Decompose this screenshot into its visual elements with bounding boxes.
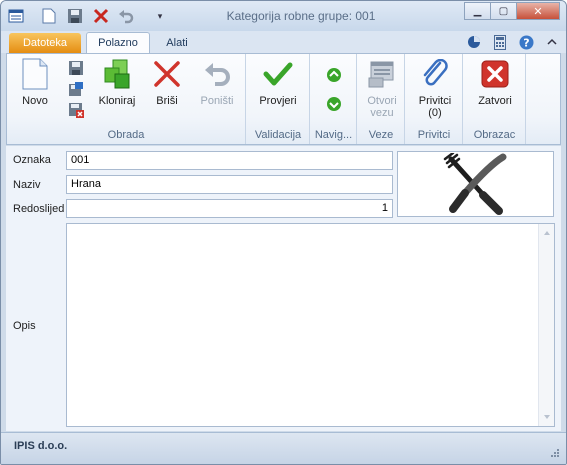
pie-chart-icon[interactable] <box>466 34 482 50</box>
save-as-icon[interactable] <box>68 81 84 97</box>
ribbon-tabs: Datoteka Polazno Alati ? <box>1 31 566 53</box>
fork-knife-icon <box>443 153 506 215</box>
ponisti-label: Poništi <box>200 95 234 107</box>
group-label-privitci: Privitci <box>417 129 451 141</box>
redoslijed-field[interactable]: 1 <box>66 199 393 218</box>
group-obrazac: Zatvori Obrazac <box>464 54 526 144</box>
ponisti-button[interactable]: Poništi <box>195 58 239 107</box>
checkmark-icon <box>262 58 294 90</box>
open-link-icon <box>366 58 398 90</box>
arrow-up-icon[interactable] <box>326 67 342 83</box>
close-button[interactable]: ✕ <box>516 2 560 20</box>
arrow-down-icon[interactable] <box>326 96 342 112</box>
clone-cubes-icon <box>101 58 133 90</box>
company-name: IPIS d.o.o. <box>14 440 68 452</box>
oznaka-label: Oznaka <box>13 154 51 166</box>
app-menu-icon[interactable] <box>7 7 25 25</box>
title-bar: ▾ Kategorija robne grupe: 001 ▁ ▢ ✕ <box>1 1 566 31</box>
group-label-veze: Veze <box>368 129 394 141</box>
save-delete-icon[interactable] <box>68 102 84 118</box>
window-title: Kategorija robne grupe: 001 <box>226 9 376 23</box>
main-window: ▾ Kategorija robne grupe: 001 ▁ ▢ ✕ Dato… <box>0 0 567 465</box>
novo-button[interactable]: Novo <box>15 58 55 107</box>
category-image[interactable] <box>397 151 554 217</box>
novo-label: Novo <box>22 95 48 107</box>
help-icon[interactable]: ? <box>518 34 534 50</box>
form-area: Oznaka 001 Naziv Hrana Redoslijed 1 Opis <box>6 146 561 431</box>
svg-text:?: ? <box>523 36 529 49</box>
kloniraj-button[interactable]: Kloniraj <box>93 58 141 107</box>
group-label-validacija: Validacija <box>254 129 302 141</box>
zatvori-button[interactable]: Zatvori <box>473 58 517 107</box>
paperclip-icon <box>419 58 451 90</box>
ribbon-utility-icons: ? <box>466 34 560 50</box>
group-label-obrada: Obrada <box>107 129 145 141</box>
oznaka-field[interactable]: 001 <box>66 151 393 170</box>
group-privitci: Privitci (0) Privitci <box>406 54 463 144</box>
group-navigacija: Navig... <box>311 54 357 144</box>
status-bar: IPIS d.o.o. <box>1 432 566 464</box>
privitci-count: (0) <box>428 107 442 119</box>
privitci-label: Privitci <box>418 95 452 107</box>
tab-alati[interactable]: Alati <box>156 32 198 53</box>
close-form-icon <box>479 58 511 90</box>
new-page-icon <box>19 58 51 90</box>
brisi-label: Briši <box>156 95 178 107</box>
opis-textarea[interactable] <box>66 223 555 427</box>
otvori-vezu-button[interactable]: Otvori vezu <box>362 58 402 119</box>
window-controls: ▁ ▢ ✕ <box>464 2 560 20</box>
kloniraj-label: Kloniraj <box>98 95 136 107</box>
group-veze: Otvori vezu Veze <box>358 54 405 144</box>
group-label-navigacija: Navig... <box>314 129 353 141</box>
minimize-button[interactable]: ▁ <box>464 2 491 20</box>
tab-datoteka[interactable]: Datoteka <box>9 33 81 53</box>
tab-polazno[interactable]: Polazno <box>86 32 150 53</box>
collapse-ribbon-icon[interactable] <box>544 34 560 50</box>
save-icon[interactable] <box>68 60 84 76</box>
naziv-label: Naziv <box>13 179 41 191</box>
zatvori-label: Zatvori <box>478 95 512 107</box>
brisi-button[interactable]: Briši <box>149 58 185 107</box>
save-icon[interactable] <box>66 7 84 25</box>
privitci-button[interactable]: Privitci (0) <box>412 58 458 119</box>
group-obrada: Novo Kloniraj Briši Poništi Obrada <box>7 54 246 144</box>
delete-icon[interactable] <box>92 7 110 25</box>
group-label-obrazac: Obrazac <box>473 129 516 141</box>
undo-icon[interactable] <box>117 7 135 25</box>
opis-label: Opis <box>13 320 36 332</box>
ribbon-panel: Novo Kloniraj Briši Poništi Obrada Provj… <box>6 53 561 145</box>
vezu-label: vezu <box>370 107 394 119</box>
opis-scrollbar[interactable] <box>538 224 554 426</box>
new-document-icon[interactable] <box>40 7 58 25</box>
calculator-icon[interactable] <box>492 34 508 50</box>
naziv-field[interactable]: Hrana <box>66 175 393 194</box>
provjeri-label: Provjeri <box>259 95 297 107</box>
redoslijed-label: Redoslijed <box>13 203 65 215</box>
otvori-label: Otvori <box>367 95 397 107</box>
group-validacija: Provjeri Validacija <box>247 54 310 144</box>
resize-grip-icon[interactable] <box>550 448 560 458</box>
maximize-button[interactable]: ▢ <box>490 2 517 20</box>
delete-x-icon <box>151 58 183 90</box>
provjeri-button[interactable]: Provjeri <box>256 58 300 107</box>
undo-icon <box>201 58 233 90</box>
